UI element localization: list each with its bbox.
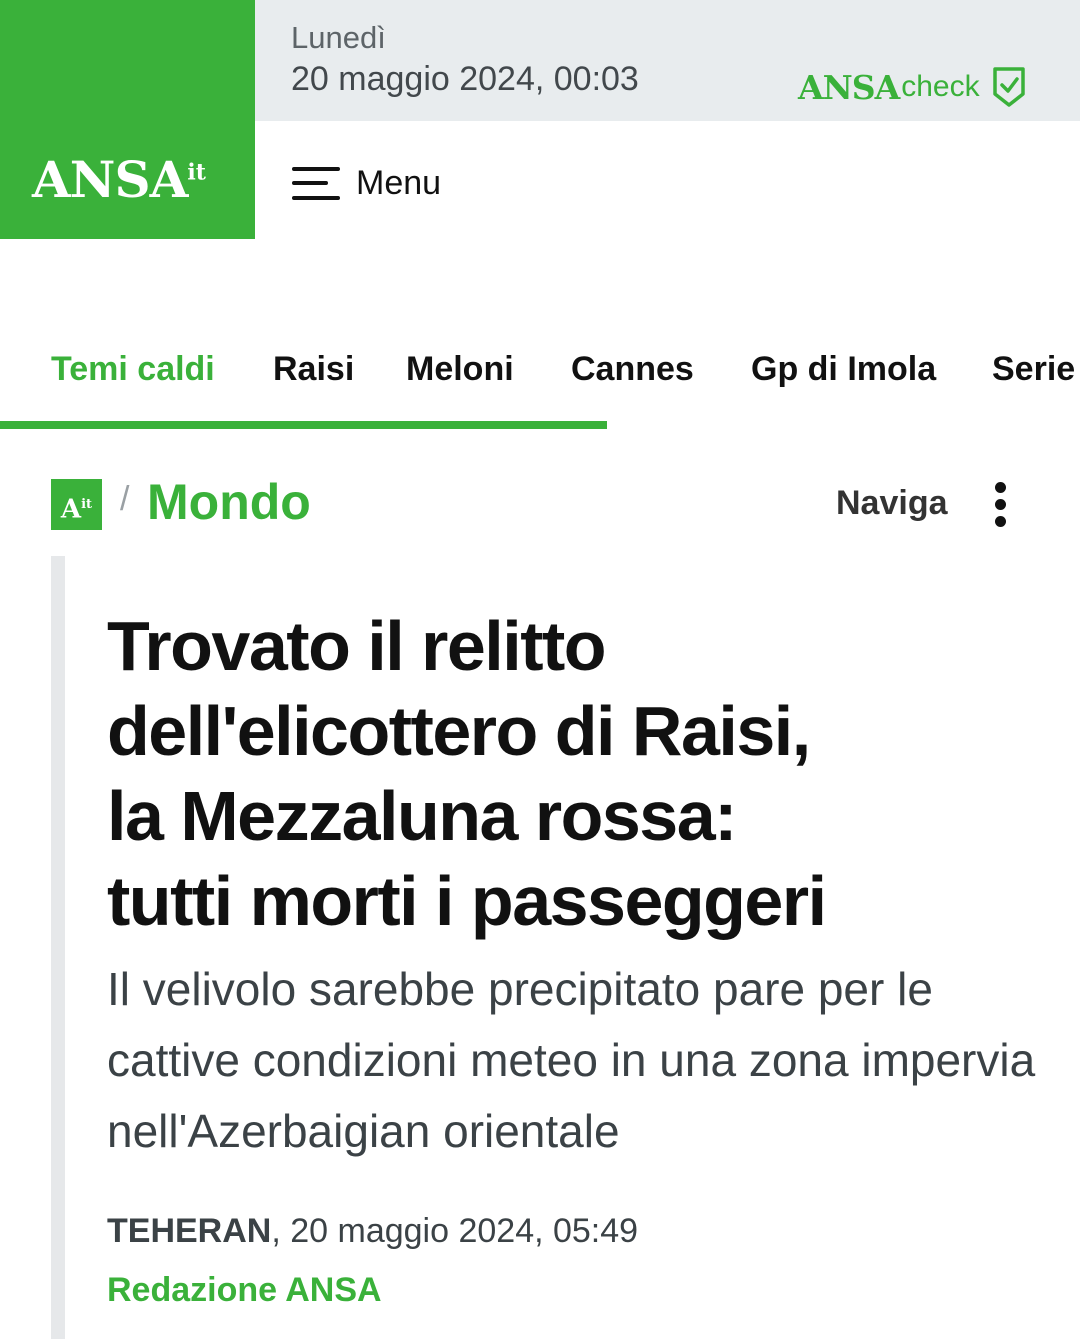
topics-scroll-indicator <box>0 421 607 429</box>
ansacheck-brand: ANSA <box>798 67 900 107</box>
article-left-rule <box>51 556 65 1339</box>
headline-line: Trovato il relitto <box>107 607 607 685</box>
date-bar: Lunedì 20 maggio 2024, 00:03 ANSA check <box>255 0 1080 121</box>
dateline-place: TEHERAN <box>107 1212 272 1250</box>
date-full: 20 maggio 2024, 00:03 <box>291 60 639 98</box>
logo-wordmark: ANSAit <box>32 150 206 209</box>
breadcrumb-separator: / <box>120 480 130 518</box>
topic-serie[interactable]: Serie <box>992 350 1075 389</box>
menu-label: Menu <box>356 163 442 202</box>
topic-raisi[interactable]: Raisi <box>273 350 354 389</box>
hot-topics-nav: Temi caldi Raisi Meloni Cannes Gp di Imo… <box>0 340 1080 400</box>
ansacheck-suffix: check <box>901 70 980 103</box>
more-vertical-icon[interactable] <box>993 482 1009 528</box>
home-logo-small[interactable]: Ait <box>51 479 102 530</box>
date-day: Lunedì <box>291 20 386 55</box>
shield-check-icon <box>992 67 1025 107</box>
topic-cannes[interactable]: Cannes <box>571 350 694 389</box>
headline-line: la Mezzaluna rossa: <box>107 777 737 855</box>
article-headline: Trovato il relitto dell'elicottero di Ra… <box>107 604 1027 944</box>
headline-line: dell'elicottero di Raisi, <box>107 692 811 770</box>
navigate-button[interactable]: Naviga <box>836 484 948 523</box>
topic-meloni[interactable]: Meloni <box>406 350 514 389</box>
logo-suffix: it <box>187 159 206 186</box>
dateline-date: , 20 maggio 2024, 05:49 <box>271 1212 639 1250</box>
ansacheck-link[interactable]: ANSA check <box>798 66 1026 108</box>
section-title[interactable]: Mondo <box>147 473 311 531</box>
ansa-logo[interactable]: ANSAit <box>0 0 255 239</box>
article-author[interactable]: Redazione ANSA <box>107 1271 382 1310</box>
topic-gp-di-imola[interactable]: Gp di Imola <box>751 350 936 389</box>
article-dateline: TEHERAN, 20 maggio 2024, 05:49 <box>107 1212 638 1251</box>
headline-line: tutti morti i passeggeri <box>107 862 827 940</box>
article-subheadline: Il velivolo sarebbe precipitato pare per… <box>107 963 1036 1157</box>
topic-temi-caldi[interactable]: Temi caldi <box>51 350 215 389</box>
hamburger-menu-icon <box>292 163 340 203</box>
menu-button[interactable]: Menu <box>292 163 441 203</box>
